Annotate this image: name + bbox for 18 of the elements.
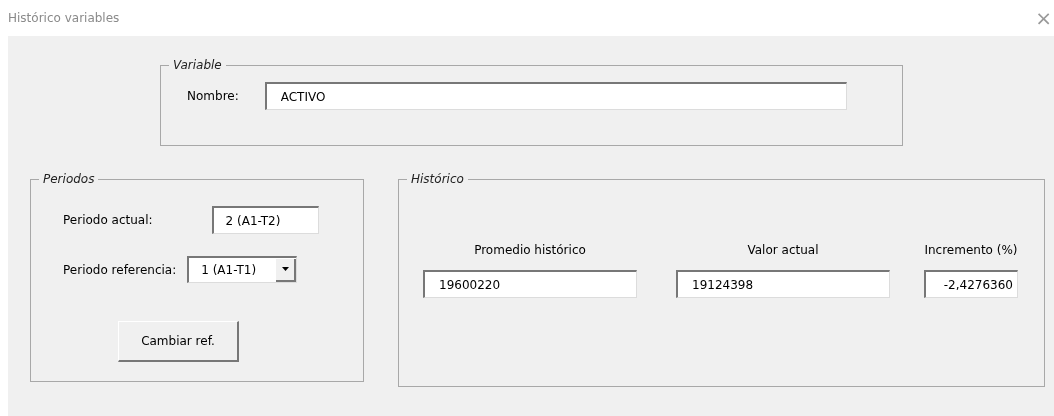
- column-label: Valor actual: [747, 243, 819, 257]
- frame-legend: Histórico: [407, 172, 468, 186]
- column-label: Incremento (%): [924, 243, 1018, 257]
- field-label: Periodo actual:: [63, 213, 153, 227]
- value-field[interactable]: -2,4276360: [924, 270, 1018, 298]
- reference-period-dropdown[interactable]: 1 (A1-T1): [187, 256, 298, 283]
- change-reference-button[interactable]: Cambiar ref.: [118, 321, 239, 362]
- frame-legend: Variable: [169, 58, 226, 72]
- dropdown-arrow-icon: [281, 267, 289, 271]
- value-field[interactable]: 19600220: [423, 270, 637, 298]
- column-label: Promedio histórico: [474, 243, 586, 257]
- field-label: Periodo referencia:: [63, 262, 177, 277]
- value-field[interactable]: 19124398: [676, 270, 890, 298]
- field-label: Nombre:: [187, 89, 239, 103]
- frame-legend: Periodos: [39, 172, 99, 186]
- window-title: Histórico variables: [8, 11, 120, 25]
- current-period-field[interactable]: 2 (A1-T2): [211, 206, 319, 234]
- name-field[interactable]: ACTIVO: [264, 82, 847, 110]
